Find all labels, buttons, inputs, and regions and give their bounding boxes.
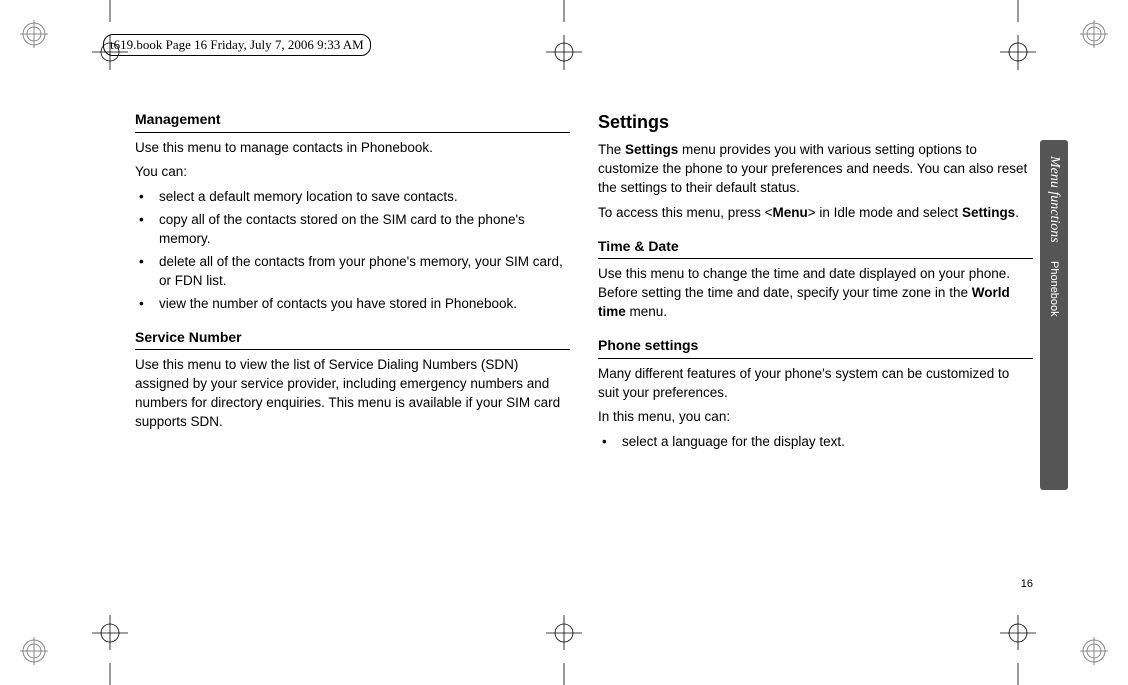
side-tab-secondary: Phonebook bbox=[1048, 261, 1060, 317]
registration-mark-icon bbox=[20, 637, 48, 665]
side-tab: Menu functions Phonebook bbox=[1040, 140, 1068, 490]
body-text: Use this menu to view the list of Servic… bbox=[135, 356, 570, 432]
crop-mark-icon bbox=[988, 0, 1048, 70]
time-date-heading: Time & Date bbox=[598, 237, 1033, 260]
list-item: select a language for the display text. bbox=[598, 433, 1033, 452]
list-item: select a default memory location to save… bbox=[135, 188, 570, 207]
side-tab-primary: Menu functions bbox=[1046, 156, 1062, 243]
management-bullets: select a default memory location to save… bbox=[135, 188, 570, 313]
list-item: view the number of contacts you have sto… bbox=[135, 295, 570, 314]
body-text: Many different features of your phone's … bbox=[598, 365, 1033, 403]
crop-mark-icon bbox=[534, 615, 594, 685]
body-text: The Settings menu provides you with vari… bbox=[598, 141, 1033, 198]
page-number: 16 bbox=[1021, 578, 1033, 590]
right-column: Settings The Settings menu provides you … bbox=[598, 110, 1033, 570]
body-text: Use this menu to manage contacts in Phon… bbox=[135, 139, 570, 158]
phone-settings-bullets: select a language for the display text. bbox=[598, 433, 1033, 452]
registration-mark-icon bbox=[1080, 20, 1108, 48]
content-area: Management Use this menu to manage conta… bbox=[135, 110, 1033, 570]
body-text: You can: bbox=[135, 163, 570, 182]
settings-heading: Settings bbox=[598, 110, 1033, 135]
list-item: copy all of the contacts stored on the S… bbox=[135, 211, 570, 249]
body-text: In this menu, you can: bbox=[598, 408, 1033, 427]
registration-mark-icon bbox=[1080, 637, 1108, 665]
page-header-info: t619.book Page 16 Friday, July 7, 2006 9… bbox=[103, 34, 371, 56]
service-number-heading: Service Number bbox=[135, 328, 570, 351]
body-text: Use this menu to change the time and dat… bbox=[598, 265, 1033, 322]
crop-mark-icon bbox=[534, 0, 594, 70]
crop-mark-icon bbox=[988, 615, 1048, 685]
body-text: To access this menu, press <Menu> in Idl… bbox=[598, 204, 1033, 223]
list-item: delete all of the contacts from your pho… bbox=[135, 253, 570, 291]
phone-settings-heading: Phone settings bbox=[598, 336, 1033, 359]
crop-mark-icon bbox=[80, 615, 140, 685]
management-heading: Management bbox=[135, 110, 570, 133]
registration-mark-icon bbox=[20, 20, 48, 48]
left-column: Management Use this menu to manage conta… bbox=[135, 110, 570, 570]
